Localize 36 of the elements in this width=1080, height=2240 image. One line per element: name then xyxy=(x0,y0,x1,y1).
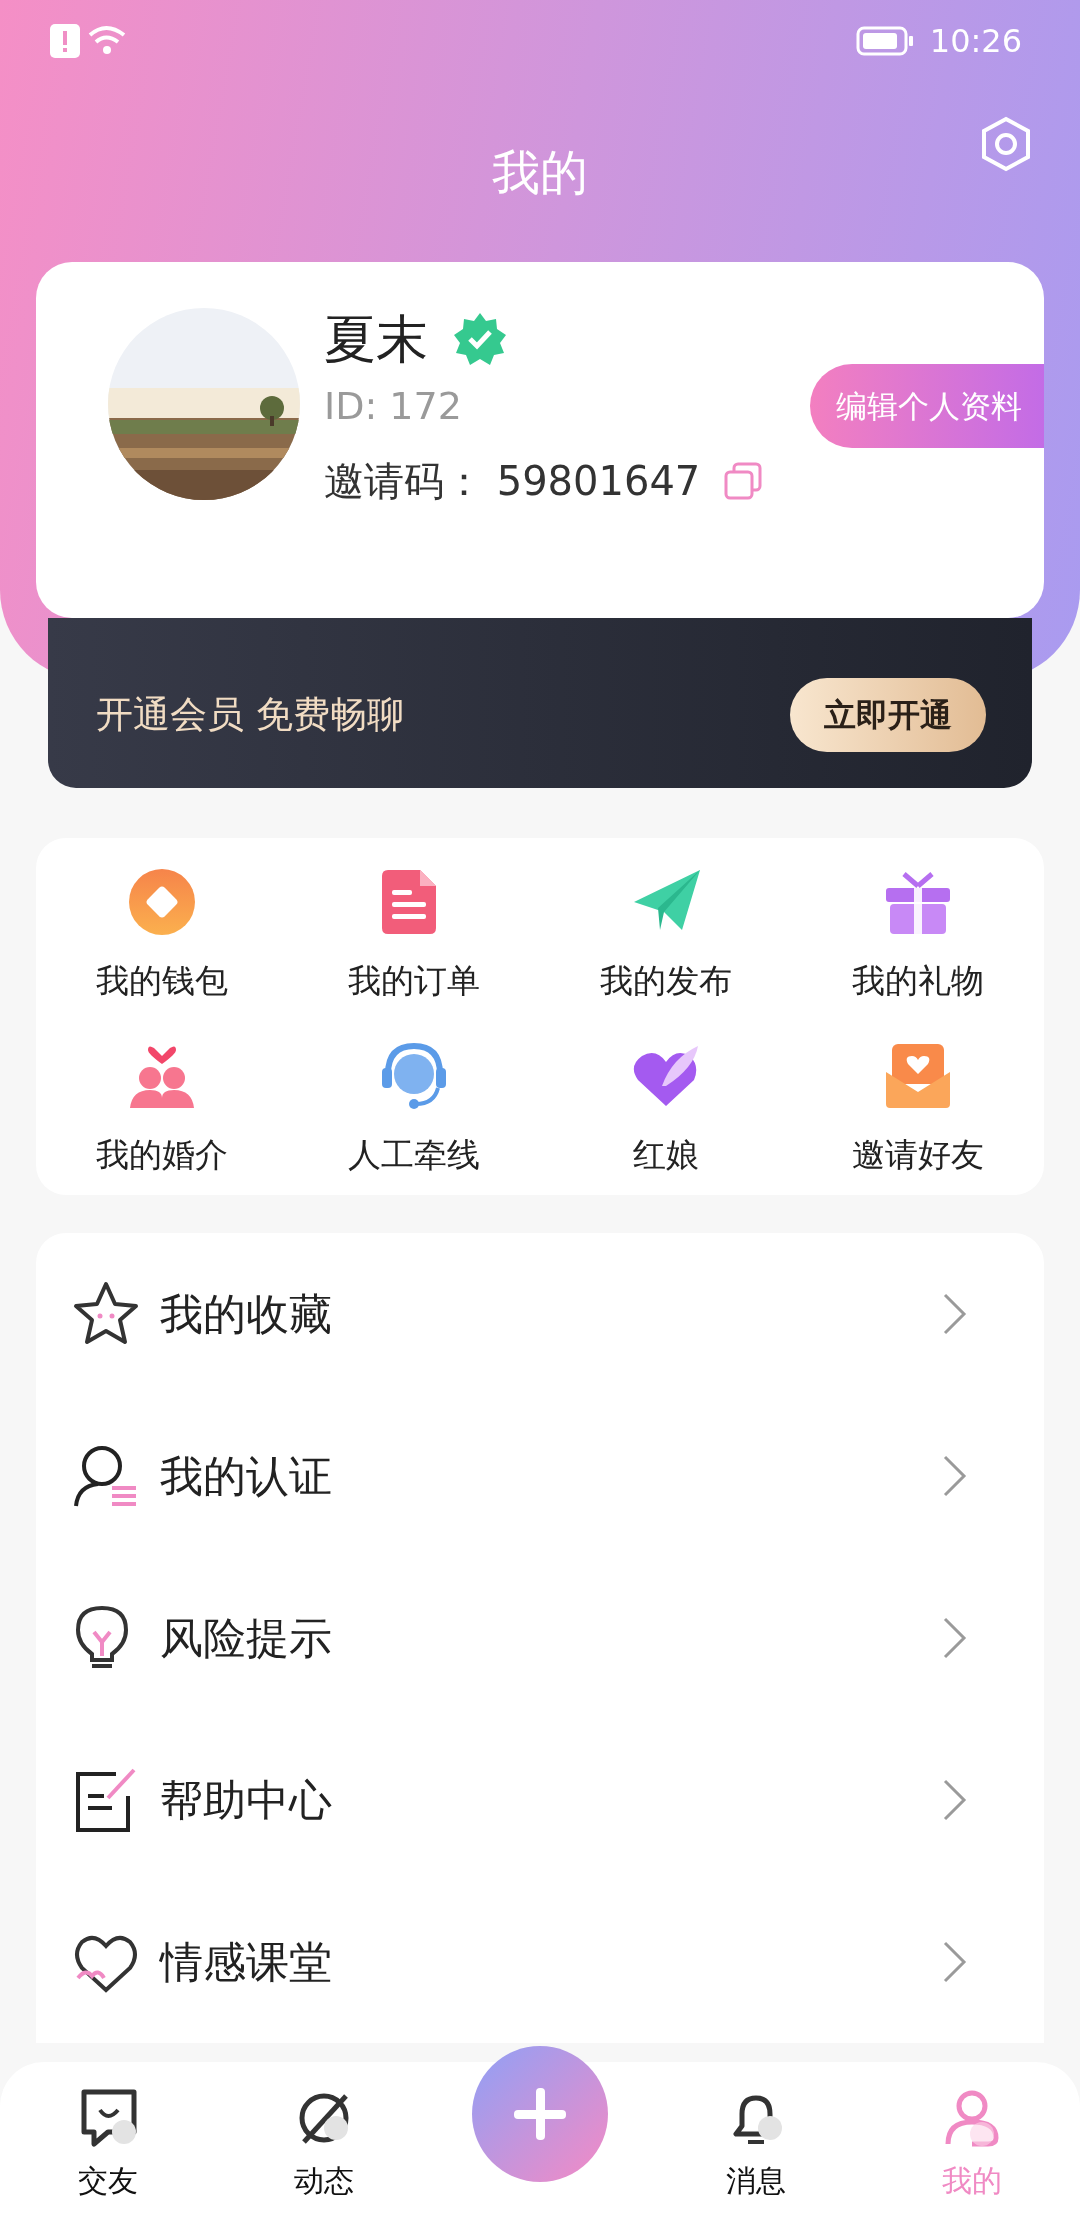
chevron-right-icon xyxy=(942,1940,968,1984)
nav-tab[interactable]: 动态 xyxy=(216,2062,432,2204)
menu-item[interactable]: 我的收藏 xyxy=(36,1233,1044,1395)
activate-button[interactable]: 立即开通 xyxy=(790,678,986,752)
shortcut-item[interactable]: 我的礼物 xyxy=(792,868,1044,1006)
shortcut-item[interactable]: 人工牵线 xyxy=(288,1041,540,1179)
headset-agent-icon xyxy=(380,1041,448,1110)
chevron-right-icon xyxy=(942,1292,968,1336)
shortcut-item[interactable]: 我的婚介 xyxy=(36,1041,288,1179)
shortcut-item[interactable]: 我的发布 xyxy=(540,868,792,1006)
settings-icon[interactable] xyxy=(980,116,1032,172)
copy-icon[interactable] xyxy=(724,462,763,501)
shortcut-item[interactable]: 邀请好友 xyxy=(792,1041,1044,1179)
chevron-right-icon xyxy=(942,1616,968,1660)
menu-item[interactable]: 帮助中心 xyxy=(36,1719,1044,1881)
shortcut-item[interactable]: 红娘 xyxy=(540,1041,792,1179)
shortcut-item[interactable]: 我的订单 xyxy=(288,868,540,1006)
sim-alert-icon xyxy=(50,24,80,58)
chevron-right-icon xyxy=(942,1454,968,1498)
nav-tab[interactable]: 交友 xyxy=(0,2062,216,2204)
wifi-icon xyxy=(88,25,128,57)
battery-icon xyxy=(855,26,914,56)
menu-item[interactable]: 我的认证 xyxy=(36,1395,1044,1557)
status-time: 10:26 xyxy=(929,21,1022,62)
user-id: ID: 172 xyxy=(324,383,463,431)
chevron-right-icon xyxy=(942,1778,968,1822)
wallet-coin-icon xyxy=(128,868,196,936)
vip-promo-text: 开通会员 免费畅聊 xyxy=(96,692,404,739)
page-title: 我的 xyxy=(492,143,588,202)
invite-code: 邀请码： 59801647 xyxy=(324,457,701,507)
envelope-heart-icon xyxy=(884,1041,952,1110)
shortcut-item[interactable]: 我的钱包 xyxy=(36,868,288,1006)
menu-item[interactable]: 情感课堂 xyxy=(36,1881,1044,2043)
menu-item[interactable]: 风险提示 xyxy=(36,1557,1044,1719)
nav-tab[interactable]: 消息 xyxy=(648,2062,864,2204)
user-name: 夏末 xyxy=(324,308,428,371)
